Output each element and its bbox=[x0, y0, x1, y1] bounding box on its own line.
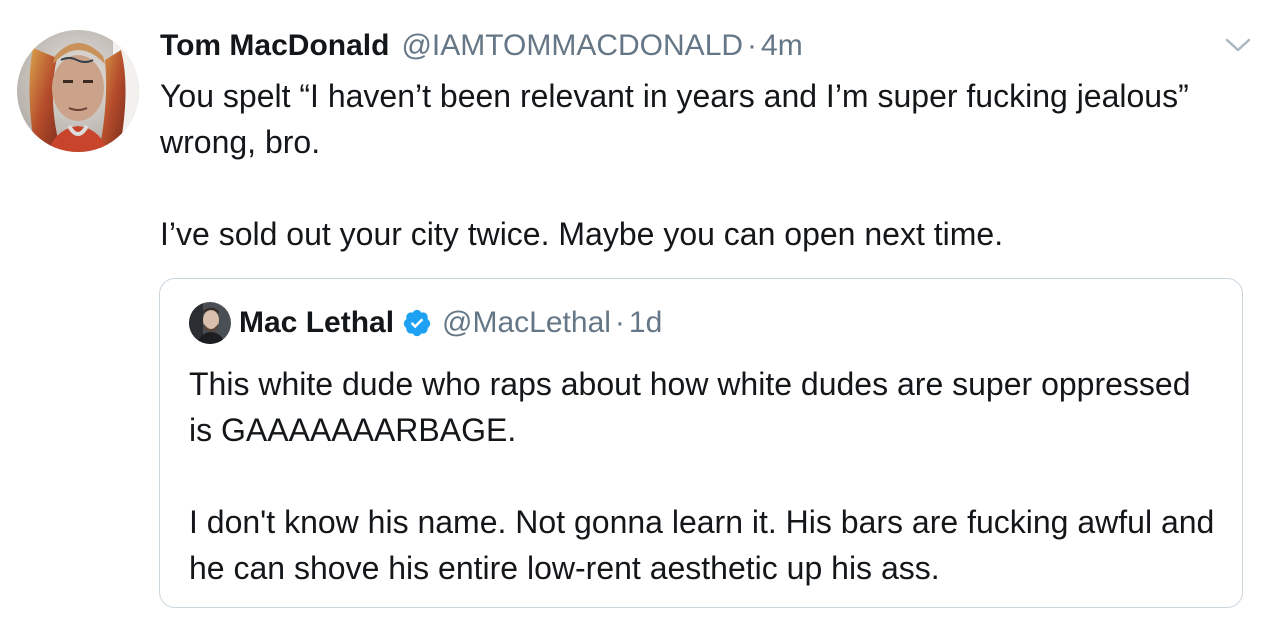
avatar-photo-icon bbox=[189, 302, 231, 344]
avatar-photo-icon bbox=[17, 30, 139, 152]
quoted-tweet-timestamp: 1d bbox=[628, 306, 663, 339]
chevron-down-icon[interactable] bbox=[1224, 34, 1252, 56]
quoted-author-avatar bbox=[189, 302, 231, 344]
tweet-text: You spelt “I haven’t been relevant in ye… bbox=[160, 73, 1220, 257]
quoted-tweet-card[interactable]: Mac Lethal @MacLethal · 1d This white du… bbox=[159, 278, 1243, 608]
quoted-author-name: Mac Lethal bbox=[239, 306, 395, 339]
tweet-header: Tom MacDonald @IAMTOMMACDONALD · 4m bbox=[160, 26, 803, 66]
header-separator: · bbox=[747, 29, 758, 62]
author-handle[interactable]: @IAMTOMMACDONALD bbox=[401, 26, 743, 66]
tweet-timestamp[interactable]: 4m bbox=[761, 26, 803, 66]
quoted-tweet-paragraph: I don't know his name. Not gonna learn i… bbox=[189, 504, 1215, 586]
tweet: Tom MacDonald @IAMTOMMACDONALD · 4m You … bbox=[0, 0, 1283, 622]
quoted-author-handle: @MacLethal bbox=[442, 306, 611, 339]
author-avatar[interactable] bbox=[17, 30, 139, 152]
verified-badge-icon bbox=[402, 308, 432, 338]
quoted-tweet-paragraph: This white dude who raps about how white… bbox=[189, 366, 1191, 448]
author-name[interactable]: Tom MacDonald bbox=[160, 26, 389, 66]
quoted-tweet-text: This white dude who raps about how white… bbox=[189, 361, 1219, 591]
tweet-paragraph: You spelt “I haven’t been relevant in ye… bbox=[160, 78, 1189, 160]
quoted-tweet-header: Mac Lethal @MacLethal · 1d bbox=[189, 301, 662, 345]
quoted-header-separator: · bbox=[614, 306, 625, 339]
tweet-paragraph: I’ve sold out your city twice. Maybe you… bbox=[160, 216, 1004, 252]
